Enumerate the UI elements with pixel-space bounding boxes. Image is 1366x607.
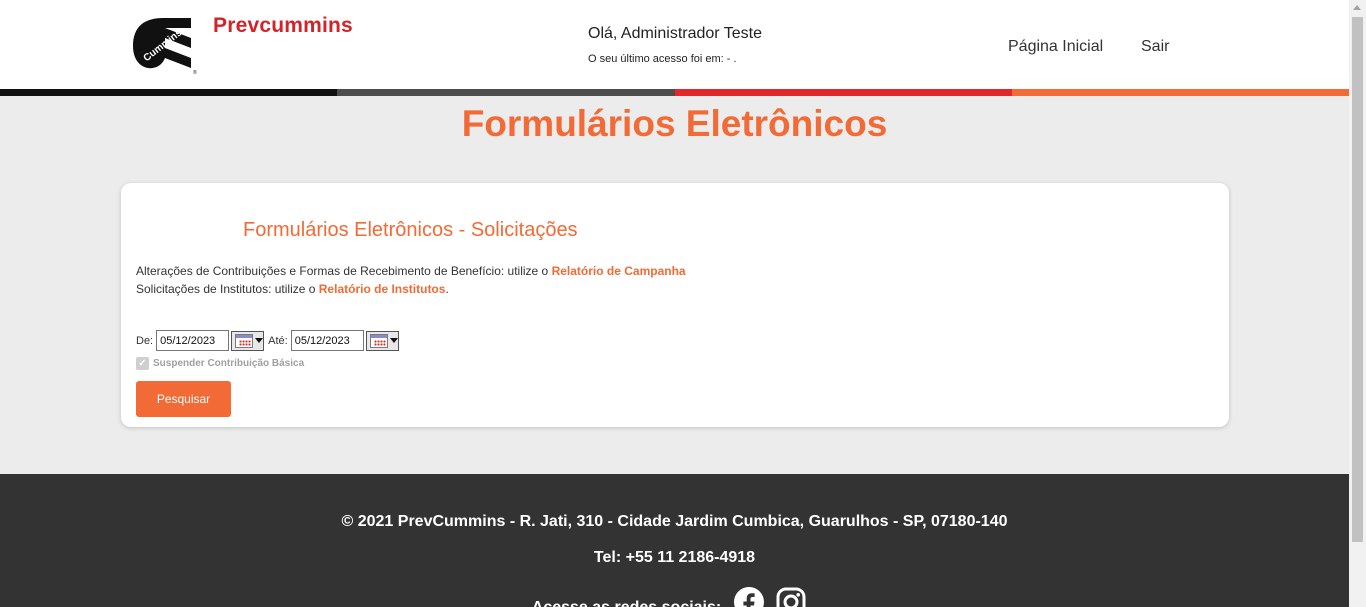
suspend-contribution-option: ✓ Suspender Contribuição Básica	[136, 357, 304, 370]
last-access-text: O seu último acesso foi em: - .	[588, 53, 737, 65]
page-title: Formulários Eletrônicos	[461, 103, 888, 144]
dropdown-arrow-icon	[389, 338, 398, 343]
info-institutes-suffix: .	[445, 282, 449, 296]
instagram-icon[interactable]	[775, 586, 807, 607]
from-calendar-button[interactable]	[231, 330, 265, 351]
stripe-segment-red	[674, 89, 1012, 96]
svg-text:®: ®	[193, 69, 197, 76]
suspend-contribution-checkbox[interactable]: ✓	[136, 357, 149, 370]
from-label: De:	[136, 334, 154, 347]
cummins-logo: Cummins ®	[133, 18, 197, 76]
calendar-icon	[369, 333, 388, 348]
nav-logout-link[interactable]: Sair	[1141, 38, 1169, 56]
card-title: Formulários Eletrônicos - Solicitações	[243, 219, 578, 241]
dropdown-arrow-icon	[255, 338, 264, 343]
to-calendar-button[interactable]	[365, 330, 399, 351]
social-label: Acesse as redes sociais:	[532, 599, 721, 607]
footer-address: © 2021 PrevCummins - R. Jati, 310 - Cida…	[341, 513, 1008, 530]
footer-phone: Tel: +55 11 2186-4918	[593, 549, 756, 566]
vertical-scrollbar[interactable]	[1349, 0, 1366, 607]
footer-social: Acesse as redes sociais:	[0, 586, 1349, 607]
to-date-input[interactable]	[290, 330, 364, 351]
from-date-input[interactable]	[156, 330, 230, 351]
info-campaign: Alterações de Contribuições e Formas de …	[136, 264, 686, 278]
site-header: Cummins ® Prevcummins Olá, Administrador…	[0, 0, 1349, 89]
scroll-up-arrow-icon[interactable]	[1353, 5, 1361, 10]
stripe-segment-gray	[337, 89, 675, 96]
search-card: Formulários Eletrônicos - Solicitações A…	[121, 183, 1229, 427]
info-institutes: Solicitações de Institutos: utilize o Re…	[136, 282, 449, 296]
stripe-segment-orange	[1011, 89, 1349, 96]
scrollbar-thumb[interactable]	[1352, 17, 1363, 542]
to-label: Até:	[268, 334, 288, 347]
suspend-contribution-label: Suspender Contribuição Básica	[153, 358, 305, 369]
search-button[interactable]: Pesquisar	[136, 381, 231, 417]
calendar-icon	[235, 333, 254, 348]
info-institutes-text: Solicitações de Institutos: utilize o	[136, 282, 319, 296]
campaign-report-link[interactable]: Relatório de Campanha	[552, 264, 686, 278]
nav-home-link[interactable]: Página Inicial	[1008, 38, 1103, 56]
institutes-report-link[interactable]: Relatório de Institutos	[319, 282, 446, 296]
stripe-segment-black	[0, 89, 338, 96]
user-greeting: Olá, Administrador Teste	[588, 25, 763, 42]
facebook-icon[interactable]	[733, 586, 765, 607]
color-stripe	[0, 89, 1349, 96]
site-footer: © 2021 PrevCummins - R. Jati, 310 - Cida…	[0, 474, 1349, 607]
info-campaign-text: Alterações de Contribuições e Formas de …	[136, 264, 552, 278]
brand-name: Prevcummins	[213, 14, 353, 37]
date-range-row: De: Até:	[136, 330, 403, 351]
